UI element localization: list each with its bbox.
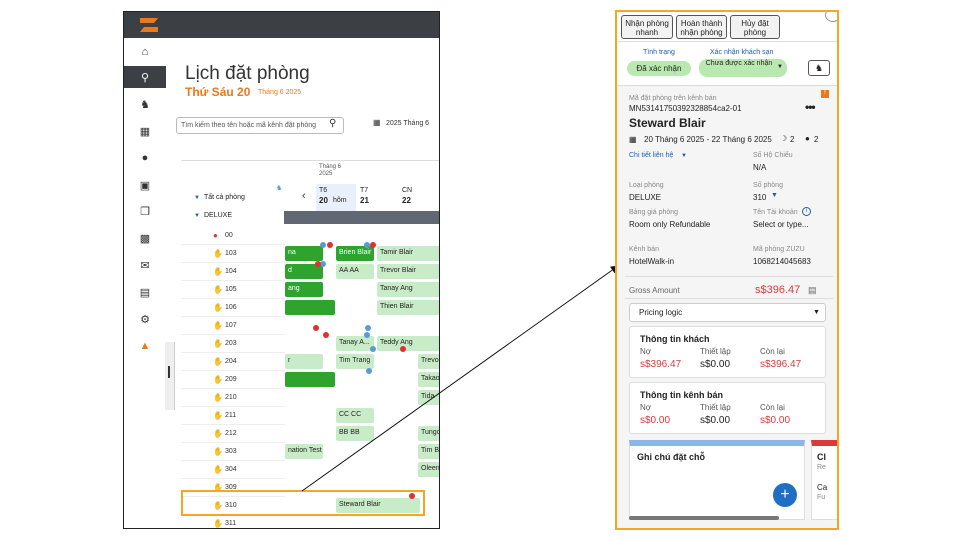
- passport-value: N/A: [753, 163, 767, 172]
- divider: [625, 276, 833, 277]
- divider: [625, 298, 833, 299]
- nights-count: 2: [790, 135, 795, 144]
- caret-down-icon: ▼: [813, 309, 820, 316]
- booking-detail-panel: Nhận phòng nhanh Hoàn thành nhận phòng H…: [615, 10, 839, 530]
- hotel-confirm-select[interactable]: Chưa được xác nhận: [699, 59, 787, 77]
- booking-note-title: Ghi chú đặt chỗ: [637, 452, 706, 462]
- channel-remaining-value: s$0.00: [760, 415, 791, 426]
- channel-value: HotelWalk-in: [629, 257, 675, 266]
- caret-down-icon: ▼: [681, 153, 687, 159]
- guest-debt-label: Nợ: [640, 347, 652, 356]
- account-label: Tên Tài khoản: [753, 209, 798, 216]
- channel-label: Kênh bán: [629, 246, 659, 253]
- guest-name: Steward Blair: [629, 116, 706, 130]
- zuzu-label: Mã phòng ZUZU: [753, 246, 805, 253]
- channel-code-label: Mã đặt phòng trên kênh bán: [629, 95, 717, 102]
- gross-amount-value: s$396.47: [755, 284, 801, 296]
- peek-card-line-3: Fu: [817, 494, 826, 501]
- rate-value: Room only Refundable: [629, 220, 711, 229]
- guest-set-value: s$0.00: [700, 359, 731, 370]
- housekeeping-icon[interactable]: ♞: [808, 60, 830, 76]
- passport-label: Số Hộ Chiếu: [753, 152, 793, 159]
- guest-debt-value: s$396.47: [640, 359, 682, 370]
- cancel-booking-button[interactable]: Hủy đặt phòng: [730, 15, 780, 39]
- guest-remaining-label: Còn lại: [760, 347, 785, 356]
- calculator-icon[interactable]: ▤: [808, 285, 817, 296]
- hotel-confirm-label: Xác nhận khách sạn: [710, 49, 774, 56]
- moon-icon: ☽: [780, 134, 788, 143]
- contact-details-link[interactable]: Chi tiết liên hệ: [629, 152, 673, 159]
- room-type-value: DELUXE: [629, 193, 662, 202]
- caret-down-icon: ▼: [777, 64, 783, 70]
- peek-card-line-2: Ca: [817, 483, 828, 492]
- add-note-button[interactable]: +: [773, 483, 797, 507]
- complete-checkin-button[interactable]: Hoàn thành nhận phòng: [676, 15, 727, 39]
- peek-card-title: Cl: [817, 452, 826, 462]
- alert-badge: !: [821, 90, 829, 98]
- gross-amount-label: Gross Amount: [629, 286, 680, 295]
- horizontal-scrollbar[interactable]: [629, 516, 779, 520]
- guests-count: 2: [814, 135, 819, 144]
- room-number-select[interactable]: 310: [753, 193, 766, 202]
- channel-set-value: s$0.00: [700, 415, 731, 426]
- quick-checkin-button[interactable]: Nhận phòng nhanh: [621, 15, 673, 39]
- account-input[interactable]: Select or type...: [753, 220, 809, 229]
- peek-card-line-1: Re: [817, 464, 826, 471]
- caret-down-icon: ▼: [771, 192, 778, 199]
- calendar-icon: ▦: [629, 135, 637, 144]
- status-pill[interactable]: Đã xác nhận: [627, 61, 691, 76]
- pricing-logic-label: Pricing logic: [639, 308, 683, 317]
- rate-label: Bảng giá phòng: [629, 209, 679, 216]
- zuzu-value: 1068214045683: [753, 257, 811, 266]
- room-number-label: Số phòng: [753, 182, 783, 189]
- stay-dates: 20 Tháng 6 2025 - 22 Tháng 6 2025: [644, 135, 772, 144]
- channel-remaining-label: Còn lại: [760, 403, 785, 412]
- channel-debt-value: s$0.00: [640, 415, 671, 426]
- person-icon: ●: [805, 134, 810, 143]
- guest-remaining-value: s$396.47: [760, 359, 802, 370]
- room-type-label: Loại phòng: [629, 182, 664, 189]
- close-icon[interactable]: [825, 12, 837, 22]
- channel-code-value: MN53141750392328854ca2-01: [629, 104, 742, 113]
- more-options-icon[interactable]: •••: [805, 100, 816, 114]
- info-icon[interactable]: i: [802, 207, 811, 216]
- guest-info-title: Thông tin khách: [640, 334, 710, 344]
- status-label: Tình trạng: [643, 49, 675, 56]
- guest-set-label: Thiết lập: [700, 347, 731, 356]
- channel-info-title: Thông tin kênh bán: [640, 390, 723, 400]
- channel-debt-label: Nợ: [640, 403, 652, 412]
- channel-set-label: Thiết lập: [700, 403, 731, 412]
